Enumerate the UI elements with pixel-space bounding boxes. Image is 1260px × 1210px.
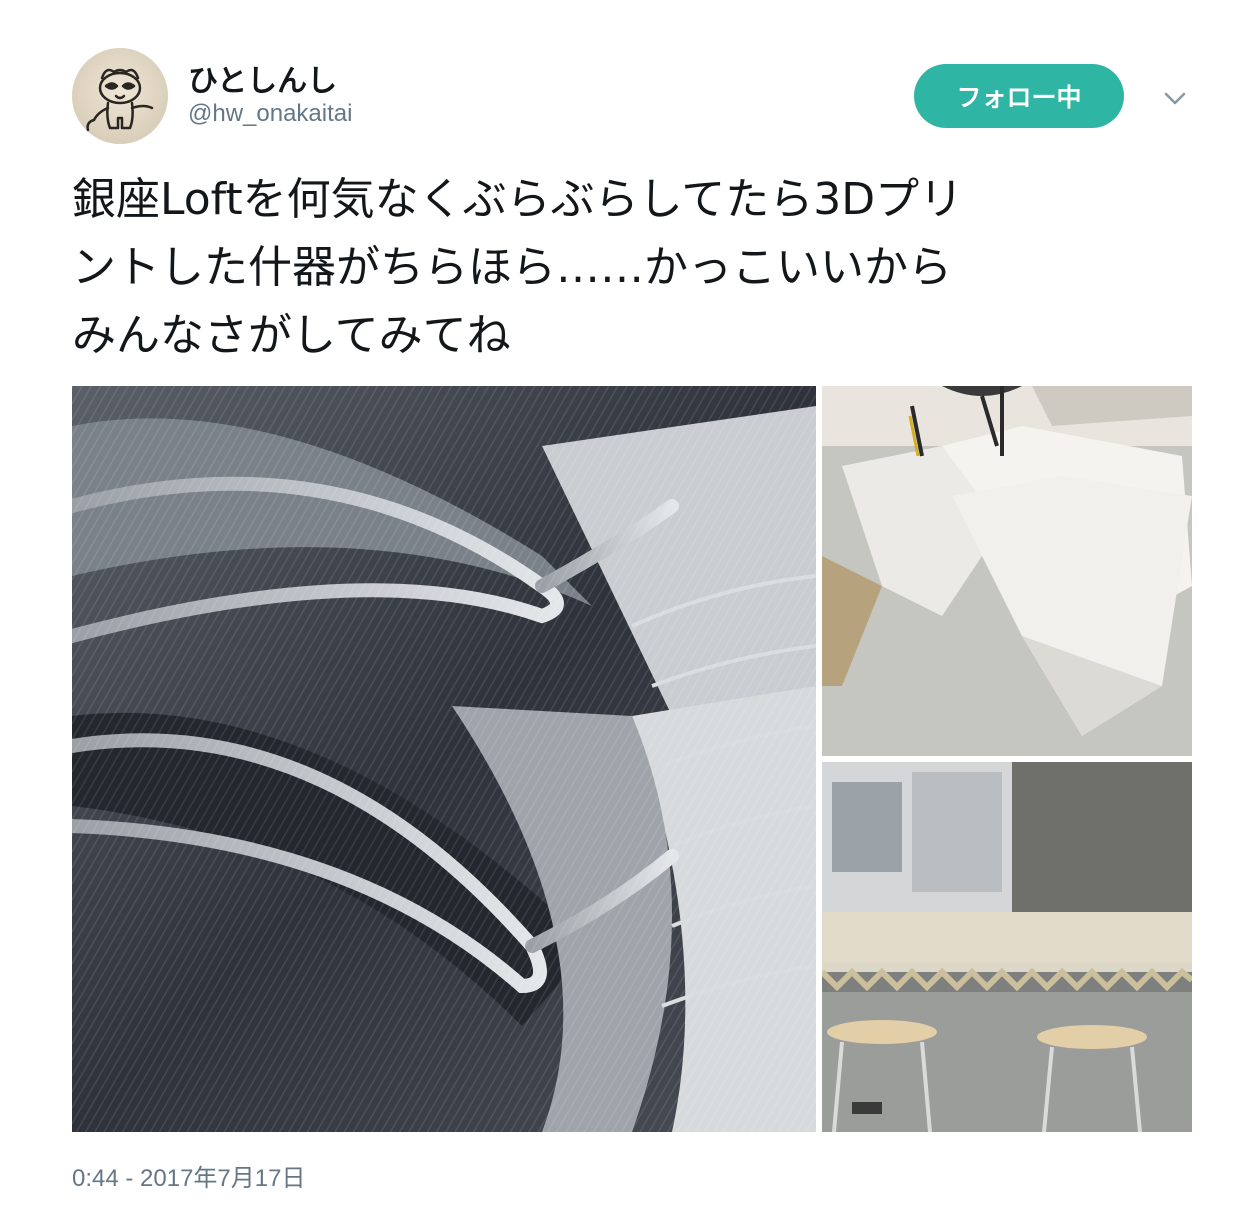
user-handle[interactable]: @hw_onakaitai <box>188 100 352 128</box>
photo-3d-printed-wave-closeup[interactable] <box>72 386 816 1132</box>
raccoon-avatar-illustration <box>86 68 154 132</box>
photo-store-counter-stools[interactable] <box>822 762 1192 1132</box>
tweet-text-line: みんなさがしてみてね <box>72 310 511 361</box>
display-name[interactable]: ひとしんし <box>188 56 337 100</box>
tweet-text: 銀座Loftを何気なくぶらぶらしてたら3Dプリ ントした什器がちらほら……かっこ… <box>72 166 1182 370</box>
tweet-text-line: 銀座Loftを何気なくぶらぶらしてたら3Dプリ <box>72 174 964 225</box>
photo-printed-pen-holders[interactable] <box>822 386 1192 756</box>
media-grid <box>72 386 1192 1132</box>
tweet-timestamp[interactable]: 0:44 - 2017年7月17日 <box>72 1158 305 1193</box>
chevron-down-icon[interactable] <box>1160 84 1190 114</box>
following-button[interactable]: フォロー中 <box>914 64 1124 128</box>
tweet-text-line: ントした什器がちらほら……かっこいいから <box>72 242 952 293</box>
avatar[interactable] <box>72 48 168 144</box>
